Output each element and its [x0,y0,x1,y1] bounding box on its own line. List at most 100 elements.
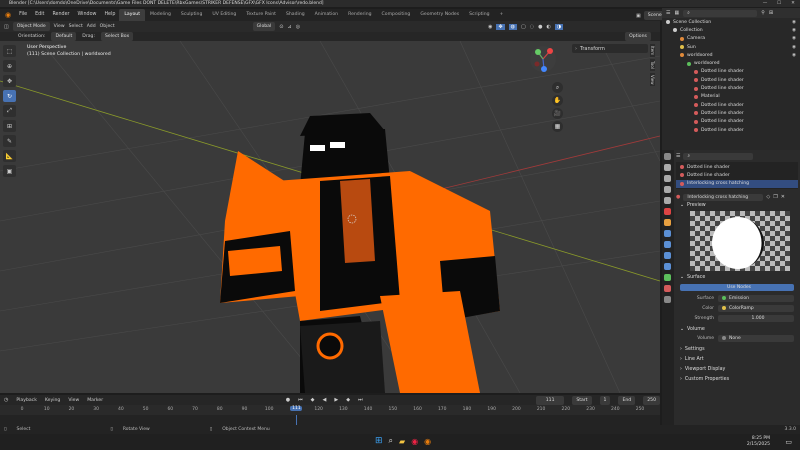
volume-section-header[interactable]: ⌄ Volume [676,325,798,335]
camera-view-icon[interactable]: 🎥 [552,108,563,119]
pan-hand-icon[interactable]: ✋ [552,95,563,106]
tab-animation[interactable]: Animation [310,9,343,21]
output-tab-icon[interactable] [664,175,671,182]
end-frame-field[interactable]: 250 [643,395,660,405]
options-button[interactable]: Options [625,32,651,41]
jump-start-icon[interactable]: ⏮ [298,397,303,403]
scale-icon[interactable]: ⤢ [3,105,16,117]
menu-add[interactable]: Add [87,24,96,29]
browser-icon[interactable]: ◉ [411,437,418,446]
next-key-icon[interactable]: ◆ [346,397,350,403]
playhead-line[interactable] [296,415,298,425]
texture-tab-icon[interactable] [664,296,671,303]
visibility-eye-icon[interactable]: ◉ [792,53,796,58]
tab-item[interactable]: Item [650,44,655,58]
play-reverse-icon[interactable]: ◀ [322,397,326,403]
rendered-shading-icon[interactable]: ◑ [554,23,564,30]
constraints-tab-icon[interactable] [664,263,671,270]
menu-file[interactable]: File [15,9,31,21]
visibility-eye-icon[interactable]: ◉ [792,36,796,41]
wireframe-shading-icon[interactable]: ◌ [530,24,534,30]
transform-icon[interactable]: ⊞ [3,120,16,132]
notification-icon[interactable]: ▭ [785,438,792,446]
material-shading-icon[interactable]: ◐ [547,24,551,30]
outliner-item[interactable]: Sun ◉ [662,43,800,51]
outliner-item[interactable]: Camera ◉ [662,35,800,43]
outliner-item[interactable]: Scene Collection ◉ [662,18,800,26]
material-tab-icon[interactable] [664,285,671,292]
overlays-icon[interactable]: ◍ [508,23,518,30]
clock-icon[interactable]: ◷ [4,397,8,403]
record-icon[interactable]: ● [286,397,290,403]
snap-icon[interactable]: ⊿ [287,24,291,30]
move-icon[interactable]: ✥ [3,75,16,87]
menu-timeline-view[interactable]: View [68,398,79,403]
view-layer-tab-icon[interactable] [664,186,671,193]
material-name-field[interactable]: Interlocking cross hatching [683,193,764,201]
material-slot-list[interactable]: Dotted line shader Dotted line shader In… [676,162,798,189]
scene-tab-icon[interactable] [664,197,671,204]
line-art-section-header[interactable]: › Line Art [676,355,798,365]
transform-panel[interactable]: › Transform [572,44,648,53]
search-taskbar-icon[interactable]: ⌕ [389,436,393,446]
menu-marker[interactable]: Marker [87,398,103,403]
outliner-item[interactable]: Dotted line shader [662,109,800,117]
world-tab-icon[interactable] [664,208,671,215]
data-tab-icon[interactable] [664,274,671,281]
cursor-icon[interactable]: ⊕ [3,60,16,72]
outliner-item[interactable]: Dotted line shader [662,84,800,92]
settings-section-header[interactable]: › Settings [676,345,798,355]
outliner-item[interactable]: Collection ◉ [662,26,800,34]
outliner-item[interactable]: Dotted line shader [662,76,800,84]
playhead-frame[interactable]: 111 [290,406,303,411]
proportional-edit-icon[interactable]: ◎ [296,24,300,30]
timeline-body[interactable] [0,415,660,425]
fake-user-icon[interactable]: ◇ [766,194,770,200]
viewport-display-section-header[interactable]: › Viewport Display [676,365,798,375]
display-mode-icon[interactable]: ▦ [674,10,679,16]
play-icon[interactable]: ▶ [334,397,338,403]
object-tab-icon[interactable] [664,219,671,226]
particles-tab-icon[interactable] [664,241,671,248]
zoom-icon[interactable]: ⌕ [552,82,563,93]
surface-shader-field[interactable]: Emission [718,294,794,302]
add-cube-icon[interactable]: ▣ [3,165,16,177]
select-box-icon[interactable]: ⬚ [3,45,16,57]
drag-selector[interactable]: Select Box [101,32,134,41]
visibility-eye-icon[interactable]: ◉ [792,28,796,33]
tab-geometry-nodes[interactable]: Geometry Nodes [415,9,464,21]
pivot-icon[interactable]: ⊙ [279,24,283,30]
outliner-editor-icon[interactable]: ☰ [666,10,670,16]
annotate-icon[interactable]: ✎ [3,135,16,147]
menu-render[interactable]: Render [48,9,73,21]
menu-playback[interactable]: Playback [16,398,37,403]
tab-sculpting[interactable]: Sculpting [176,9,207,21]
prev-key-icon[interactable]: ◆ [311,397,315,403]
clock-date[interactable]: 2/15/2025 [747,442,770,448]
timeline-ruler[interactable]: 0102030405060708090100110120130140150160… [0,405,660,415]
physics-tab-icon[interactable] [664,252,671,259]
minimize-button[interactable]: — [758,0,772,7]
xray-icon[interactable]: ▢ [521,24,526,30]
current-frame-field[interactable]: 111 [535,395,565,405]
strength-input-field[interactable]: 1.000 [718,314,794,322]
orientation-selector[interactable]: Default [51,32,77,41]
custom-properties-section-header[interactable]: › Custom Properties [676,375,798,385]
tab-texture-paint[interactable]: Texture Paint [241,9,281,21]
duplicate-material-icon[interactable]: ❐ [773,194,777,200]
outliner-item[interactable]: worldxored ◉ [662,51,800,59]
tab-tool[interactable]: Tool [650,59,655,71]
outliner-item[interactable]: Material [662,93,800,101]
preview-section-header[interactable]: ⌄ Preview [676,201,798,211]
surface-section-header[interactable]: ⌄ Surface [676,273,798,283]
start-frame-field[interactable]: 1 [599,395,611,405]
tab-shading[interactable]: Shading [281,9,310,21]
filter-icon[interactable]: ⚲ [761,10,765,16]
outliner-item[interactable]: worldxored [662,59,800,67]
outliner-search-input[interactable]: ⌕ [683,9,758,17]
render-tab-icon[interactable] [664,164,671,171]
visibility-eye-icon[interactable]: ◉ [792,20,796,25]
file-explorer-icon[interactable]: ▰ [399,437,405,446]
maximize-button[interactable]: ☐ [772,0,786,7]
jump-end-icon[interactable]: ⏭ [358,397,363,403]
